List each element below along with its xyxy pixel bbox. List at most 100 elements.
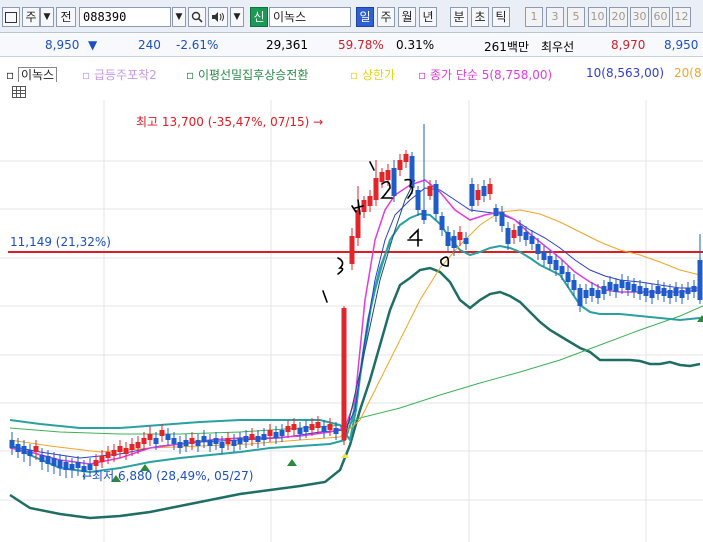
candle-body[interactable] (607, 282, 613, 290)
candle-body[interactable] (403, 154, 409, 162)
candle-body[interactable] (297, 428, 303, 434)
stock-code-input[interactable]: 088390 (79, 7, 171, 27)
candle-body[interactable] (685, 288, 691, 294)
candle-body[interactable] (99, 456, 105, 462)
candle-body[interactable] (511, 230, 517, 238)
candle-body[interactable] (249, 434, 255, 440)
calculator-icon[interactable] (12, 86, 26, 98)
period-year[interactable]: 년 (419, 7, 437, 27)
candle-body[interactable] (75, 462, 81, 468)
candle-body[interactable] (147, 434, 153, 440)
candle-body[interactable] (499, 212, 505, 226)
candle-body[interactable] (367, 196, 373, 206)
candle-body[interactable] (327, 424, 333, 430)
candle-body[interactable] (69, 464, 75, 470)
candle-body[interactable] (667, 290, 673, 298)
candle-body[interactable] (673, 288, 679, 296)
candle-body[interactable] (427, 186, 433, 196)
candle-body[interactable] (613, 284, 619, 292)
candle-body[interactable] (93, 460, 99, 466)
candle-body[interactable] (619, 280, 625, 288)
candle-body[interactable] (39, 455, 45, 462)
code-dropdown-icon[interactable]: ▼ (172, 7, 186, 27)
candle-body[interactable] (231, 440, 237, 446)
interval-10[interactable]: 10 (588, 7, 607, 27)
candle-body[interactable] (469, 184, 475, 206)
candle-body[interactable] (15, 444, 21, 452)
interval-1[interactable]: 1 (525, 7, 543, 27)
period-day[interactable]: 일 (356, 7, 374, 27)
period-second[interactable]: 초 (471, 7, 489, 27)
period-tick[interactable]: 틱 (492, 7, 510, 27)
candle-body[interactable] (583, 290, 589, 298)
candle-body[interactable] (285, 426, 291, 432)
candle-body[interactable] (595, 290, 601, 298)
candle-body[interactable] (649, 290, 655, 298)
type-select[interactable]: 주 (22, 7, 40, 27)
candle-body[interactable] (553, 260, 559, 270)
candle-body[interactable] (279, 430, 285, 436)
candle-body[interactable] (207, 440, 213, 446)
interval-20[interactable]: 20 (609, 7, 628, 27)
legend-item-ma10[interactable]: 10(8,563,00) (586, 66, 664, 80)
candle-body[interactable] (463, 238, 469, 244)
candle-body[interactable] (679, 290, 685, 298)
interval-30[interactable]: 30 (630, 7, 649, 27)
candle-body[interactable] (481, 186, 487, 196)
candle-body[interactable] (697, 260, 703, 300)
candle-body[interactable] (57, 460, 63, 468)
period-month[interactable]: 월 (398, 7, 416, 27)
candle-body[interactable] (451, 236, 457, 248)
candle-body[interactable] (655, 286, 661, 294)
candle-body[interactable] (219, 442, 225, 448)
candle-body[interactable] (321, 426, 327, 432)
candle-body[interactable] (45, 456, 51, 464)
candle-body[interactable] (303, 426, 309, 432)
candle-body[interactable] (541, 252, 547, 260)
candle-body[interactable] (141, 438, 147, 444)
candle-body[interactable] (153, 438, 159, 444)
candle-body[interactable] (291, 424, 297, 430)
candle-body[interactable] (493, 208, 499, 216)
search-icon[interactable] (188, 7, 206, 27)
candle-body[interactable] (379, 172, 385, 182)
interval-60[interactable]: 60 (651, 7, 670, 27)
legend-item-upper-limit[interactable]: ▫ 상한가 (350, 66, 395, 82)
candle-body[interactable] (631, 284, 637, 292)
candle-body[interactable] (601, 286, 607, 294)
candle-body[interactable] (237, 438, 243, 444)
candle-body[interactable] (691, 286, 697, 292)
candle-body[interactable] (177, 442, 183, 448)
candle-body[interactable] (165, 434, 171, 440)
interval-120[interactable]: 12 (672, 7, 691, 27)
candle-body[interactable] (637, 286, 643, 294)
candle-body[interactable] (565, 272, 571, 282)
new-badge[interactable]: 신 (250, 7, 268, 27)
legend-item-ma5[interactable]: ▫ 종가 단순 5(8,758,00) (418, 66, 552, 82)
candle-body[interactable] (213, 438, 219, 444)
candle-body[interactable] (457, 232, 463, 240)
legend-item-ma-cluster[interactable]: ▫ 이평선밀집후상승전환 (186, 66, 308, 82)
candle-body[interactable] (315, 422, 321, 428)
candle-body[interactable] (487, 184, 493, 194)
candle-body[interactable] (105, 452, 111, 458)
chart-window-icon[interactable] (2, 7, 20, 27)
candle-body[interactable] (333, 428, 339, 434)
candle-body[interactable] (171, 438, 177, 444)
candle-body[interactable] (397, 160, 403, 170)
candle-body[interactable] (535, 244, 541, 254)
candle-body[interactable] (517, 226, 523, 236)
candle-body[interactable] (421, 210, 427, 220)
candle-body[interactable] (415, 190, 421, 210)
candle-body[interactable] (433, 184, 439, 214)
candle-body[interactable] (111, 450, 117, 456)
candle-body[interactable] (577, 288, 583, 306)
candle-body[interactable] (261, 434, 267, 440)
candle-body[interactable] (373, 178, 379, 200)
interval-3[interactable]: 3 (546, 7, 564, 27)
candle-body[interactable] (243, 436, 249, 442)
candle-body[interactable] (33, 446, 39, 452)
legend-name[interactable]: ▫ 이녹스 (6, 66, 58, 82)
candle-body[interactable] (129, 444, 135, 450)
candle-body[interactable] (589, 288, 595, 296)
